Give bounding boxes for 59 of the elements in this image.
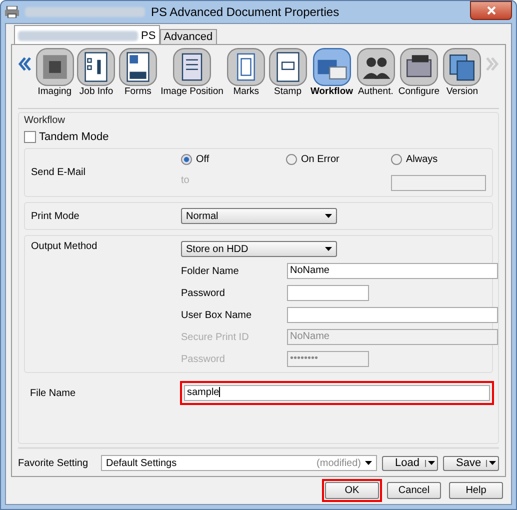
document-icon xyxy=(118,48,157,86)
window-title: PS Advanced Document Properties xyxy=(151,5,340,19)
split-button[interactable]: Load xyxy=(382,456,438,470)
checkbox[interactable]: Tandem Mode xyxy=(24,131,109,143)
input-field[interactable]: NoName xyxy=(287,263,498,279)
printer-icon xyxy=(5,6,19,18)
field-label: Send E-Mail xyxy=(31,167,86,178)
field-label: Password xyxy=(181,288,226,298)
close-button[interactable] xyxy=(470,1,512,20)
dialog-button[interactable]: OK xyxy=(325,482,379,499)
toolbar-item[interactable]: Job Info xyxy=(77,48,116,97)
input-field: •••••••• xyxy=(287,351,369,367)
toolbar-item[interactable]: Marks xyxy=(227,48,266,97)
group-title: Workflow xyxy=(24,115,66,126)
split-button[interactable]: Save xyxy=(443,456,499,470)
dialog-button[interactable]: Cancel xyxy=(387,482,441,499)
tab[interactable]: Advanced xyxy=(160,29,217,44)
close-icon xyxy=(486,6,496,15)
toolbar-item[interactable]: Imaging xyxy=(36,48,74,97)
checklist-icon xyxy=(77,48,116,86)
tab[interactable]: PS xyxy=(14,25,160,44)
field-label: User Box Name xyxy=(181,310,253,320)
people-icon xyxy=(356,48,395,86)
caret-icon xyxy=(365,461,372,465)
input-field[interactable]: sample xyxy=(184,385,490,401)
input-field: NoName xyxy=(287,329,498,345)
page-icon xyxy=(173,48,212,86)
document-icon xyxy=(268,48,307,86)
toolbar-item[interactable]: Version xyxy=(443,48,482,97)
page-icon xyxy=(227,48,266,86)
double-chevron-left-icon[interactable] xyxy=(18,57,32,71)
toolbar-item[interactable]: Workflow xyxy=(310,48,354,97)
toolbar-item[interactable]: Image Position xyxy=(160,48,224,97)
field-label: Secure Print ID xyxy=(181,332,250,342)
dropdown[interactable]: Store on HDD xyxy=(181,241,337,257)
toolbar-item[interactable]: Configure xyxy=(398,48,440,97)
field-label: Output Method xyxy=(31,241,98,254)
square-icon xyxy=(36,48,74,86)
caret-icon xyxy=(325,214,332,218)
field-label: to xyxy=(181,175,190,188)
toolbar-item[interactable]: Stamp xyxy=(268,48,307,97)
double-chevron-right-icon[interactable] xyxy=(484,57,499,71)
caret-icon xyxy=(325,247,332,251)
dialog-button[interactable]: Help xyxy=(449,482,503,499)
field-label: Favorite Setting xyxy=(18,458,90,468)
printer-icon xyxy=(400,48,438,86)
windows-icon xyxy=(443,48,482,86)
field-label: Folder Name xyxy=(181,266,240,276)
input-field[interactable] xyxy=(287,307,498,323)
field-label: Print Mode xyxy=(31,210,80,222)
input-field[interactable] xyxy=(287,285,369,301)
dropdown[interactable]: Default Settings (modified) xyxy=(101,455,377,471)
caret-icon xyxy=(489,460,496,464)
field-label: Password xyxy=(181,354,226,364)
toolbar-item[interactable]: Authent. xyxy=(356,48,395,97)
toolbar-item[interactable]: Forms xyxy=(118,48,157,97)
field-label: File Name xyxy=(30,388,77,398)
dropdown[interactable]: Normal xyxy=(181,208,337,224)
caret-icon xyxy=(428,460,435,464)
